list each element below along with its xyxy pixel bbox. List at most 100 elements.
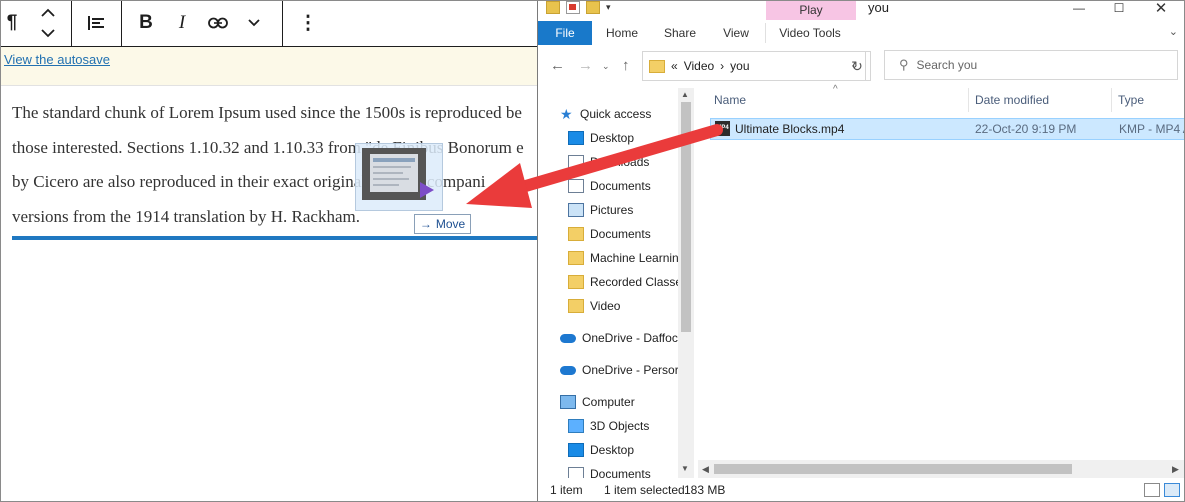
scroll-left-icon[interactable]: ◀ bbox=[702, 464, 709, 475]
address-bar[interactable]: « Video › you ⌄ bbox=[642, 51, 866, 81]
customize-dropdown-icon[interactable]: ▾ bbox=[606, 2, 611, 13]
folder-icon[interactable] bbox=[546, 0, 560, 14]
nav-label: Desktop bbox=[590, 443, 635, 457]
close-icon[interactable]: ✕ bbox=[1146, 0, 1176, 17]
folder-icon bbox=[649, 59, 665, 73]
nav-item-quick-access[interactable]: ★ Quick access bbox=[560, 102, 696, 126]
desktop-icon bbox=[568, 131, 584, 145]
link-icon[interactable] bbox=[200, 5, 236, 41]
address-overflow[interactable]: « bbox=[671, 59, 678, 73]
nav-item-documents[interactable]: Documents 📌 bbox=[568, 174, 696, 198]
minimize-icon[interactable]: — bbox=[1064, 0, 1094, 16]
cube-icon bbox=[568, 419, 584, 433]
nav-label: Documents bbox=[590, 179, 651, 193]
nav-item-computer[interactable]: Computer bbox=[560, 390, 696, 414]
address-row: ← → ⌄ ↑ « Video › you ⌄ ↻ ⚲ Search you bbox=[538, 45, 1185, 85]
horizontal-scrollbar[interactable]: ◀ ▶ bbox=[698, 460, 1185, 478]
nav-label: Recorded Classe bbox=[590, 275, 683, 289]
nav-item-machine-learning[interactable]: Machine Learnin bbox=[568, 246, 696, 270]
nav-label: Video bbox=[590, 299, 621, 313]
tab-view[interactable]: View bbox=[714, 21, 758, 45]
search-input[interactable]: ⚲ Search you bbox=[884, 50, 1178, 80]
nav-item-video[interactable]: Video bbox=[568, 294, 696, 318]
nav-item-onedrive-daffodil[interactable]: OneDrive - Daffoc bbox=[560, 326, 696, 350]
status-bar: 1 item 1 item selected 183 MB bbox=[538, 478, 1185, 502]
thumbnail-line bbox=[373, 166, 411, 168]
refresh-icon[interactable]: ↻ bbox=[844, 51, 871, 81]
nav-label: 3D Objects bbox=[590, 419, 650, 433]
bold-button[interactable]: B bbox=[128, 5, 164, 41]
tab-file[interactable]: File bbox=[538, 21, 592, 45]
properties-icon[interactable] bbox=[566, 0, 580, 14]
address-segment-you[interactable]: you bbox=[730, 59, 749, 73]
scrollbar-thumb[interactable] bbox=[681, 102, 691, 332]
nav-label: Pictures bbox=[590, 203, 634, 217]
details-view-icon[interactable] bbox=[1144, 483, 1160, 497]
column-header-date-modified[interactable]: Date modified bbox=[975, 88, 1105, 112]
block-type-group: ¶ bbox=[0, 0, 24, 46]
move-label: Move bbox=[435, 217, 466, 231]
ribbon-divider bbox=[765, 23, 766, 43]
back-arrow-icon[interactable]: ← bbox=[550, 57, 565, 74]
scroll-up-icon[interactable]: ▲ bbox=[681, 90, 689, 99]
drag-move-tooltip: → Move bbox=[414, 214, 471, 234]
video-file-icon bbox=[362, 148, 426, 200]
navigation-scrollbar[interactable]: ▲ ▼ bbox=[678, 88, 694, 478]
column-divider[interactable] bbox=[1111, 88, 1112, 112]
alignment-group bbox=[78, 0, 114, 46]
scrollbar-thumb[interactable] bbox=[714, 464, 1072, 474]
tab-home[interactable]: Home bbox=[598, 21, 646, 45]
table-row[interactable]: MP4 Ultimate Blocks.mp4 22-Oct-20 9:19 P… bbox=[710, 118, 1185, 140]
large-icons-view-icon[interactable] bbox=[1164, 483, 1180, 497]
nav-item-downloads[interactable]: Downloads 📌 bbox=[568, 150, 696, 174]
block-mover bbox=[30, 0, 66, 46]
search-placeholder: Search you bbox=[916, 58, 978, 72]
nav-label: Computer bbox=[582, 395, 635, 409]
paragraph-icon[interactable]: ¶ bbox=[0, 5, 24, 41]
file-explorer-window: ▾ Play you — ☐ ✕ File Home Share View Vi… bbox=[537, 0, 1185, 502]
title-bar: ▾ Play you — ☐ ✕ bbox=[538, 0, 1185, 20]
scroll-down-icon[interactable]: ▼ bbox=[681, 464, 689, 473]
chevron-down-icon[interactable] bbox=[41, 29, 55, 38]
nav-item-3d-objects[interactable]: 3D Objects bbox=[568, 414, 696, 438]
nav-item-documents-folder[interactable]: Documents bbox=[568, 222, 696, 246]
paragraph-line: versions from the 1914 translation by H.… bbox=[12, 206, 360, 226]
address-separator[interactable]: › bbox=[720, 59, 724, 73]
folder-icon bbox=[568, 251, 584, 265]
nav-item-desktop-computer[interactable]: Desktop bbox=[568, 438, 696, 462]
maximize-icon[interactable]: ☐ bbox=[1104, 0, 1134, 16]
nav-item-onedrive-personal[interactable]: OneDrive - Persor bbox=[560, 358, 696, 382]
scroll-right-icon[interactable]: ▶ bbox=[1172, 464, 1179, 475]
column-divider[interactable] bbox=[968, 88, 969, 112]
up-arrow-icon[interactable]: ↑ bbox=[622, 57, 630, 74]
column-header-name[interactable]: Name bbox=[714, 88, 964, 112]
new-folder-icon[interactable] bbox=[586, 0, 600, 14]
recent-locations-icon[interactable]: ⌄ bbox=[602, 61, 610, 72]
tab-video-tools[interactable]: Video Tools bbox=[772, 21, 848, 45]
mover-arrows bbox=[30, 0, 66, 46]
column-header-type[interactable]: Type bbox=[1118, 88, 1178, 112]
file-type: KMP - MP4 A bbox=[1119, 122, 1185, 136]
nav-item-desktop[interactable]: Desktop 📌 bbox=[568, 126, 696, 150]
block-drop-indicator bbox=[12, 236, 540, 240]
paragraph-line: by Cicero are also reproduced in their e… bbox=[12, 172, 486, 191]
nav-label: Documents bbox=[590, 467, 651, 478]
paragraph-block[interactable]: The standard chunk of Lorem Ipsum used s… bbox=[12, 96, 552, 234]
nav-item-documents-computer[interactable]: Documents bbox=[568, 462, 696, 478]
view-autosave-link[interactable]: View the autosave bbox=[4, 52, 110, 67]
address-segment-video[interactable]: Video bbox=[684, 59, 714, 73]
align-left-icon[interactable] bbox=[78, 5, 114, 41]
chevron-up-icon[interactable] bbox=[41, 8, 55, 17]
forward-arrow-icon[interactable]: → bbox=[578, 57, 593, 74]
tab-share[interactable]: Share bbox=[656, 21, 704, 45]
nav-item-recorded-classes[interactable]: Recorded Classe bbox=[568, 270, 696, 294]
thumbnail-line bbox=[373, 172, 403, 174]
more-options-icon[interactable]: ⋮ bbox=[290, 5, 326, 41]
more-formats-chevron-icon[interactable] bbox=[236, 5, 272, 41]
expand-ribbon-chevron-icon[interactable]: ⌄ bbox=[1169, 25, 1178, 38]
star-icon: ★ bbox=[560, 105, 573, 122]
italic-button[interactable]: I bbox=[164, 5, 200, 41]
video-thumbnail bbox=[370, 154, 418, 192]
nav-item-pictures[interactable]: Pictures 📌 bbox=[568, 198, 696, 222]
block-toolbar: ¶ B I ⋮ bbox=[0, 0, 540, 47]
